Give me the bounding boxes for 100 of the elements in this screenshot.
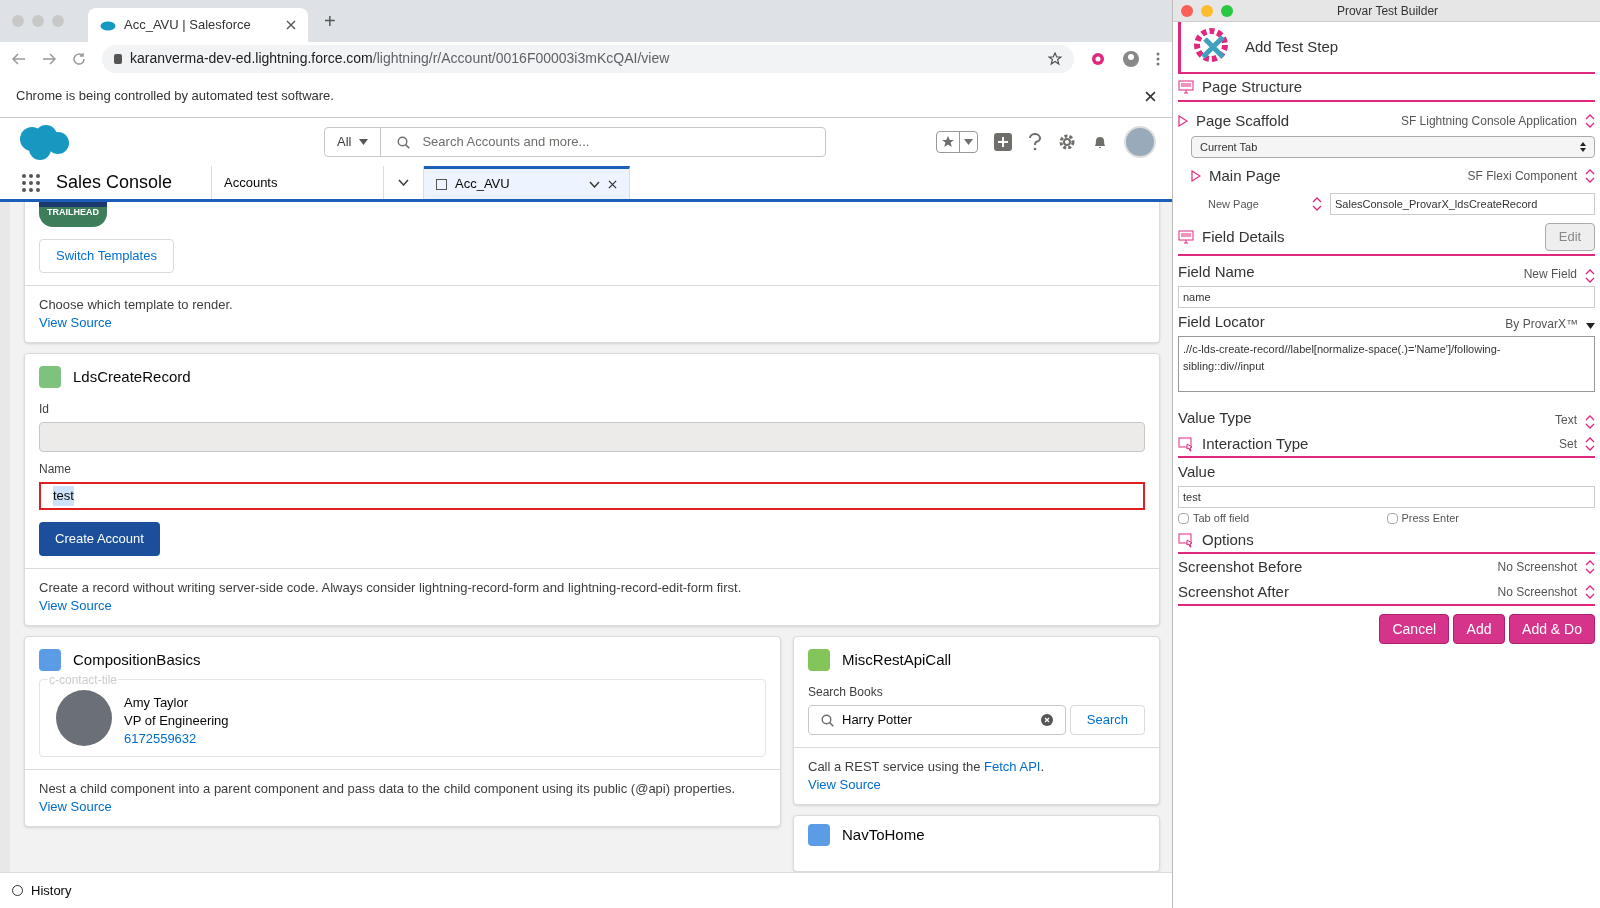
row-value[interactable]: SF Lightning Console Application — [1400, 112, 1577, 130]
card-title: NavToHome — [842, 825, 925, 845]
forward-arrow-icon[interactable] — [42, 52, 56, 65]
action-button[interactable]: Add & Do — [1509, 614, 1595, 644]
row-label: Main Page — [1209, 165, 1282, 186]
row-value[interactable]: By ProvarX™ — [1505, 315, 1578, 333]
up-down-arrows-icon — [1585, 269, 1595, 283]
avatar[interactable] — [1124, 126, 1156, 158]
reload-icon[interactable] — [72, 51, 86, 66]
trailhead-logo: TRAILHEAD — [39, 202, 107, 227]
id-input-field[interactable] — [39, 422, 1145, 452]
row-value[interactable]: SF Flexi Component — [1467, 167, 1577, 185]
expand-triangle-icon[interactable] — [1178, 115, 1188, 127]
monitor-icon — [1178, 79, 1194, 95]
fetch-api-link[interactable]: Fetch API — [984, 759, 1041, 774]
panel-heading: Add Test Step — [1245, 36, 1339, 57]
checkbox-option[interactable]: Press Enter — [1386, 509, 1595, 527]
view-source-link[interactable]: View Source — [808, 777, 881, 792]
field-label: Search Books — [808, 684, 884, 701]
row-value[interactable]: Set — [1559, 435, 1577, 453]
photo-placeholder — [56, 690, 112, 746]
info-message: Chrome is being controlled by automated test software. — [16, 87, 335, 106]
settings-icon[interactable] — [1058, 133, 1076, 151]
row-value[interactable]: No Screenshot — [1497, 558, 1577, 576]
up-down-arrows-icon — [1585, 169, 1595, 183]
search-books-field[interactable]: Harry Potter — [808, 705, 1066, 735]
star-icon — [941, 135, 955, 149]
section-title: Interaction Type — [1202, 433, 1310, 454]
action-button[interactable]: Add — [1453, 614, 1506, 644]
close-window-icon[interactable] — [1181, 4, 1193, 17]
view-source-link[interactable]: View Source — [39, 597, 112, 613]
help-icon[interactable] — [1028, 133, 1042, 151]
checkbox[interactable] — [1178, 512, 1189, 524]
menu-icon[interactable] — [1156, 51, 1160, 66]
browser-tab[interactable]: Acc_AVU | Salesforce — [88, 8, 308, 42]
expand-triangle-icon[interactable] — [1191, 170, 1201, 182]
select-arrows-icon — [1580, 142, 1586, 152]
view-source-link[interactable]: View Source — [39, 314, 112, 330]
row-label: Screenshot Before — [1178, 556, 1304, 577]
switch-templates-button[interactable]: Switch Templates — [39, 239, 174, 273]
back-arrow-icon[interactable] — [12, 52, 26, 65]
row-label: Field Name — [1178, 261, 1256, 282]
card-description: Call a REST service using the Fetch API. — [808, 758, 1046, 776]
section-title: Field Details — [1202, 226, 1286, 247]
add-icon[interactable] — [994, 133, 1012, 151]
view-source-link[interactable]: View Source — [39, 799, 112, 814]
lock-icon — [114, 53, 122, 64]
field-name-input[interactable]: name — [1178, 286, 1595, 308]
new-tab-button[interactable]: + — [324, 6, 336, 36]
app-launcher-icon[interactable] — [22, 173, 40, 192]
card-description: Nest a child component into a parent component and pass data to the child component using its public (@api) properties. — [39, 780, 737, 798]
address-bar[interactable]: karanverma-dev-ed.lightning.force.com/lightning/r/Account/0016F00003i3mKcQAI/view — [102, 44, 1074, 73]
row-label: Page Scaffold — [1196, 110, 1291, 131]
checkbox[interactable] — [1386, 512, 1398, 524]
up-down-arrows-icon — [1585, 585, 1595, 599]
row-value[interactable]: New Field — [1523, 265, 1577, 283]
value-input[interactable]: test — [1178, 486, 1595, 508]
row-label: Value Type — [1178, 407, 1253, 428]
caret-down-icon[interactable] — [1586, 323, 1595, 329]
cloud-icon — [100, 19, 116, 31]
row-label: Field Locator — [1178, 311, 1266, 332]
clear-icon[interactable] — [1040, 714, 1053, 726]
chevron-down-icon[interactable] — [398, 179, 409, 186]
row-value[interactable]: Text — [1555, 411, 1577, 429]
card-title: CompositionBasics — [73, 649, 201, 670]
create-account-button[interactable]: Create Account — [39, 522, 160, 556]
field-label: Id — [39, 401, 50, 418]
card-description: Choose which template to render. — [39, 295, 234, 314]
action-button[interactable]: Cancel — [1379, 614, 1450, 644]
search-button[interactable]: Search — [1069, 705, 1145, 735]
star-icon[interactable] — [1048, 51, 1062, 66]
favorites-button[interactable] — [936, 131, 978, 153]
close-icon[interactable] — [1145, 90, 1156, 102]
card-description: Create a record without writing server-side code. Always consider lightning-record-form and lightning-record-edit-form first. — [39, 578, 743, 597]
section-title: Options — [1202, 529, 1254, 550]
profile-icon[interactable] — [1122, 49, 1140, 68]
field-locator-textarea[interactable]: .//c-lds-create-record//label[normalize-space(.)='Name']/following-sibling::div//input — [1178, 336, 1595, 392]
monitor-cursor-icon — [1178, 436, 1194, 452]
window-title: Provar Test Builder — [1335, 2, 1440, 20]
row-label: Screenshot After — [1178, 581, 1290, 602]
close-icon[interactable] — [286, 20, 296, 30]
card-title: MiscRestApiCall — [842, 649, 952, 670]
new-page-field[interactable]: SalesConsole_ProvarX_ldsCreateRecord — [1330, 193, 1595, 215]
row-label: Value — [1178, 461, 1216, 482]
contact-name: Amy Taylor — [124, 694, 190, 712]
up-down-arrows-icon — [1585, 560, 1595, 574]
close-icon[interactable] — [608, 179, 617, 189]
name-input-field[interactable]: test — [39, 482, 1145, 510]
monitor-icon — [1178, 229, 1194, 245]
chevron-down-icon[interactable] — [589, 180, 600, 188]
console-tab[interactable]: Acc_AVU — [424, 166, 630, 199]
phone-link[interactable]: 6172559632 — [124, 731, 197, 746]
bell-icon[interactable] — [1092, 134, 1108, 150]
search-icon — [821, 713, 834, 727]
checkbox-option[interactable]: Tab off field — [1178, 509, 1387, 527]
monitor-cursor-icon — [1178, 532, 1194, 548]
section-title: Page Structure — [1202, 76, 1303, 97]
current-tab-select[interactable]: Current Tab — [1191, 136, 1595, 158]
row-value[interactable]: No Screenshot — [1497, 583, 1577, 601]
history-bar[interactable]: History — [0, 872, 1172, 908]
